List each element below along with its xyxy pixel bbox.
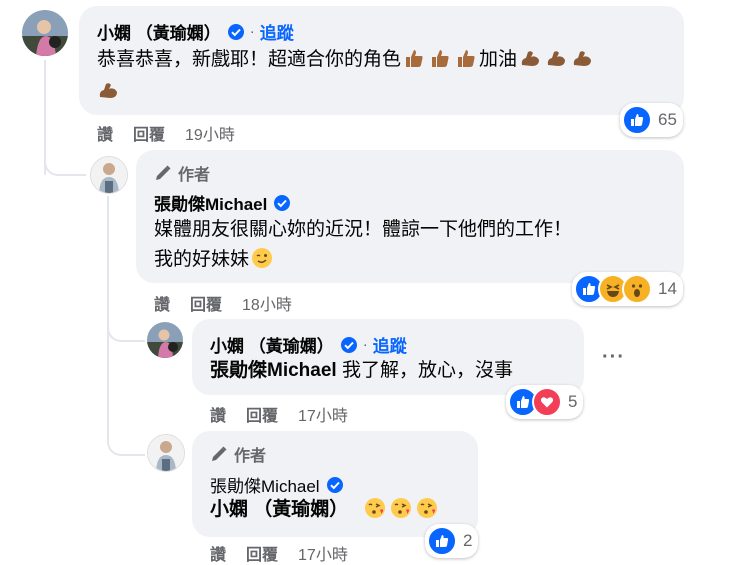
reaction-summary[interactable]: 65: [620, 103, 683, 137]
pencil-icon: [212, 446, 227, 461]
follow-button[interactable]: 追蹤: [373, 332, 407, 357]
thumbs-up-emoji-icon: [401, 49, 479, 70]
love-reaction-icon: [532, 387, 562, 417]
commenter-name[interactable]: 小嫻 （黃瑜嫻）: [210, 332, 334, 357]
reply-button[interactable]: 回覆: [246, 402, 278, 426]
reaction-summary[interactable]: 5: [506, 385, 584, 419]
reaction-count: 14: [658, 279, 677, 298]
more-options-icon[interactable]: ···: [602, 346, 625, 369]
like-button[interactable]: 讚: [210, 541, 226, 565]
timestamp[interactable]: 17小時: [298, 402, 348, 426]
reply-button[interactable]: 回覆: [133, 121, 165, 145]
like-reaction-icon: [622, 105, 652, 135]
comment-header: 小嫻 （黃瑜嫻） · 追蹤: [97, 19, 294, 44]
like-button[interactable]: 讚: [210, 402, 226, 426]
winking-face-emoji-icon: [249, 248, 275, 270]
reply-button[interactable]: 回覆: [246, 541, 278, 565]
thread-connector-c2: [44, 150, 86, 176]
pencil-icon: [156, 165, 171, 180]
author-badge: 作者: [210, 442, 266, 466]
flexed-biceps-emoji-icon: [517, 49, 595, 70]
comment-text-part: 我了解，放心，沒事: [341, 360, 513, 381]
avatar[interactable]: [147, 434, 185, 472]
verified-badge-icon: [326, 476, 343, 493]
comment-text: 媒體朋友很關心妳的近況！體諒一下他們的工作！: [154, 219, 573, 240]
reaction-count: 5: [568, 392, 578, 411]
like-button[interactable]: 讚: [154, 291, 170, 315]
comment-actions: 讚 回覆 18小時: [154, 291, 312, 315]
comment-actions: 讚 回覆 17小時: [210, 402, 368, 426]
like-button[interactable]: 讚: [97, 121, 113, 145]
comment-text: 張勛傑Michael 我了解，放心，沒事: [210, 355, 513, 387]
avatar-photo-icon: [147, 322, 183, 358]
verified-badge-icon: [340, 336, 357, 353]
comment-text-part: 恭喜恭喜，新戲耶！超適合你的角色: [97, 49, 402, 70]
timestamp[interactable]: 17小時: [298, 541, 348, 565]
reaction-count: 65: [658, 110, 677, 129]
avatar-photo-icon: [91, 157, 127, 193]
kissing-heart-emoji-icon: [362, 498, 440, 520]
commenter-name[interactable]: 張勛傑Michael: [154, 190, 267, 215]
avatar[interactable]: [147, 322, 183, 358]
comment-header: 小嫻 （黃瑜嫻） · 追蹤: [210, 332, 407, 357]
timestamp[interactable]: 18小時: [242, 291, 292, 315]
comment-actions: 讚 回覆 19小時: [97, 121, 255, 145]
avatar[interactable]: [22, 10, 68, 56]
like-reaction-icon: [427, 526, 457, 556]
comment-text-part: 我的好妹妹: [154, 249, 250, 270]
author-badge-label: 作者: [178, 167, 211, 184]
verified-badge-icon: [274, 194, 291, 211]
comment-header: 張勛傑Michael: [154, 190, 291, 215]
wow-reaction-icon: [622, 274, 652, 304]
mention-tag[interactable]: 小嫻 （黃瑜嫻）: [210, 499, 348, 520]
comment-text-line2: 我的好妹妹: [154, 244, 275, 276]
comment-text: 小嫻 （黃瑜嫻）: [210, 494, 440, 526]
separator-dot: ·: [249, 23, 255, 40]
comment-text: 恭喜恭喜，新戲耶！超適合你的角色 加油: [97, 44, 595, 76]
mention-tag[interactable]: 張勛傑Michael: [210, 360, 337, 381]
reaction-summary[interactable]: 2: [425, 524, 479, 558]
verified-badge-icon: [227, 23, 244, 40]
timestamp[interactable]: 19小時: [185, 121, 235, 145]
thread-connector-c3: [107, 316, 145, 342]
author-badge: 作者: [154, 161, 210, 185]
reaction-count: 2: [463, 531, 473, 550]
comment-text-suffix: 加油: [479, 49, 518, 70]
comment-text-line2: [95, 76, 121, 108]
avatar-photo-icon: [22, 10, 68, 56]
avatar-photo-icon: [148, 435, 184, 471]
avatar[interactable]: [90, 156, 128, 194]
thread-connector-c4: [107, 430, 145, 456]
reaction-summary[interactable]: 14: [572, 272, 683, 306]
comment-actions: 讚 回覆 17小時: [210, 541, 368, 565]
separator-dot: ·: [362, 336, 368, 353]
flexed-biceps-emoji-icon: [95, 81, 121, 102]
author-badge-label: 作者: [234, 448, 267, 465]
follow-button[interactable]: 追蹤: [260, 19, 294, 44]
commenter-name[interactable]: 小嫻 （黃瑜嫻）: [97, 19, 221, 44]
reply-button[interactable]: 回覆: [190, 291, 222, 315]
